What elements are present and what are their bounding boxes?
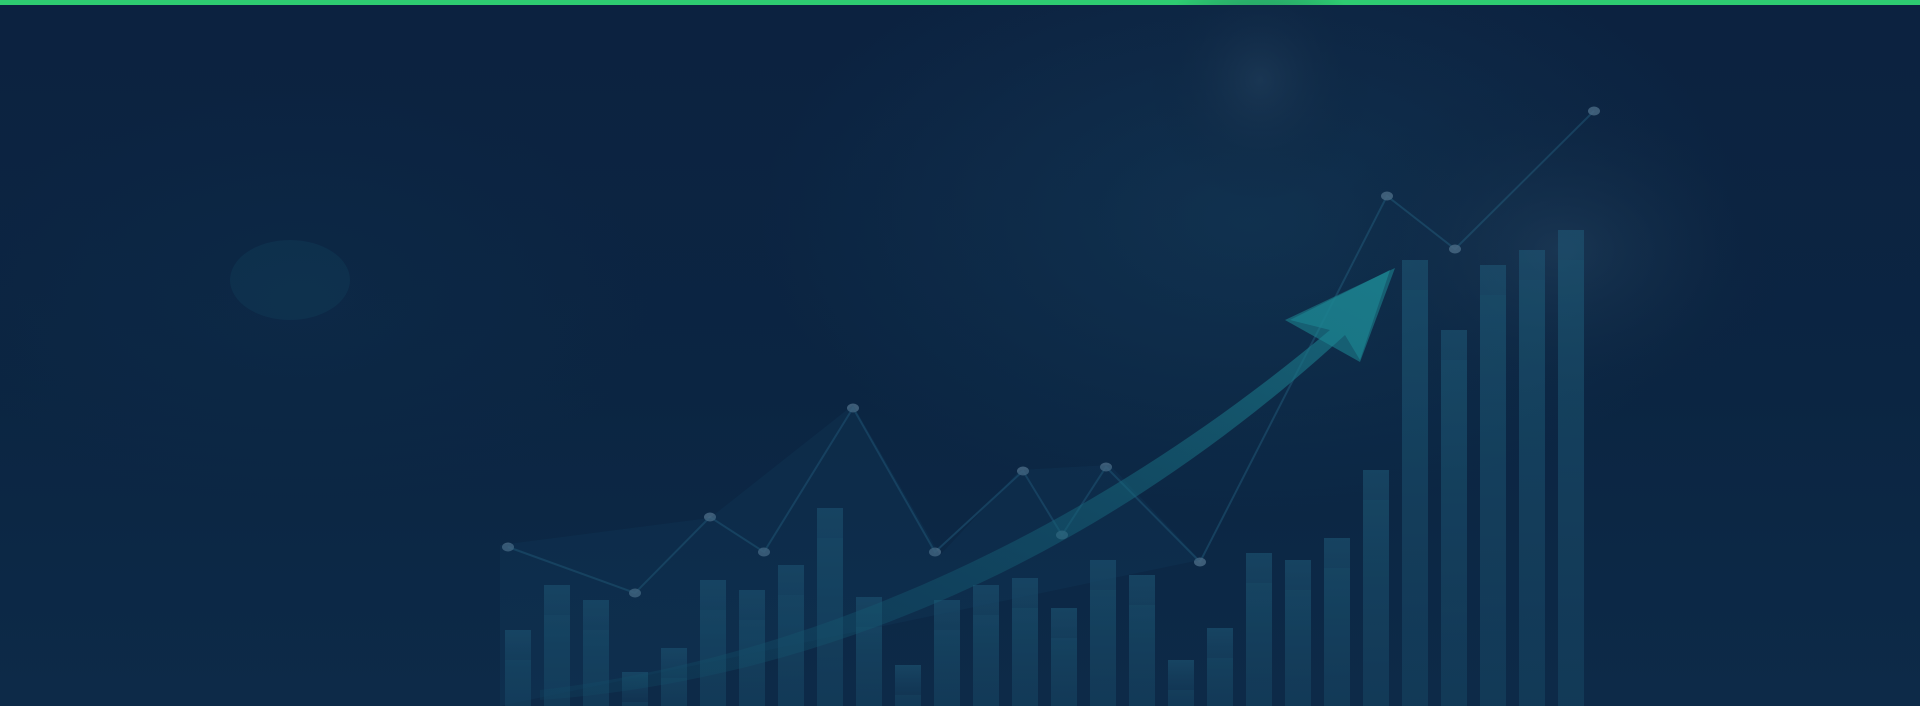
hero-banner [0,0,1920,706]
background-bar-inner [1558,260,1584,706]
background-point [1449,244,1461,254]
background-bar-inner [1324,568,1350,706]
background-bar-inner [934,630,960,706]
background-bar-inner [856,627,882,706]
background-bar-inner [1090,590,1116,706]
growth-chart-background-image [230,0,1790,706]
background-bar-inner [1207,658,1233,706]
background-bar-inner [1012,608,1038,706]
background-bar-inner [1402,290,1428,706]
background-bar-inner [1051,638,1077,706]
background-bar-inner [1441,360,1467,706]
background-bar-inner [1285,590,1311,706]
background-bar-inner [622,702,648,706]
background-bar-inner [1246,583,1272,706]
background-bar-inner [1480,295,1506,706]
background-bar-inner [895,695,921,706]
background-point [1588,106,1600,116]
background-bar-inner [1168,690,1194,706]
background-bar-inner [1363,500,1389,706]
background-bar-inner [973,615,999,706]
background-bar-inner [1129,605,1155,706]
background-bar-inner [1519,280,1545,706]
background-point [1381,191,1393,201]
